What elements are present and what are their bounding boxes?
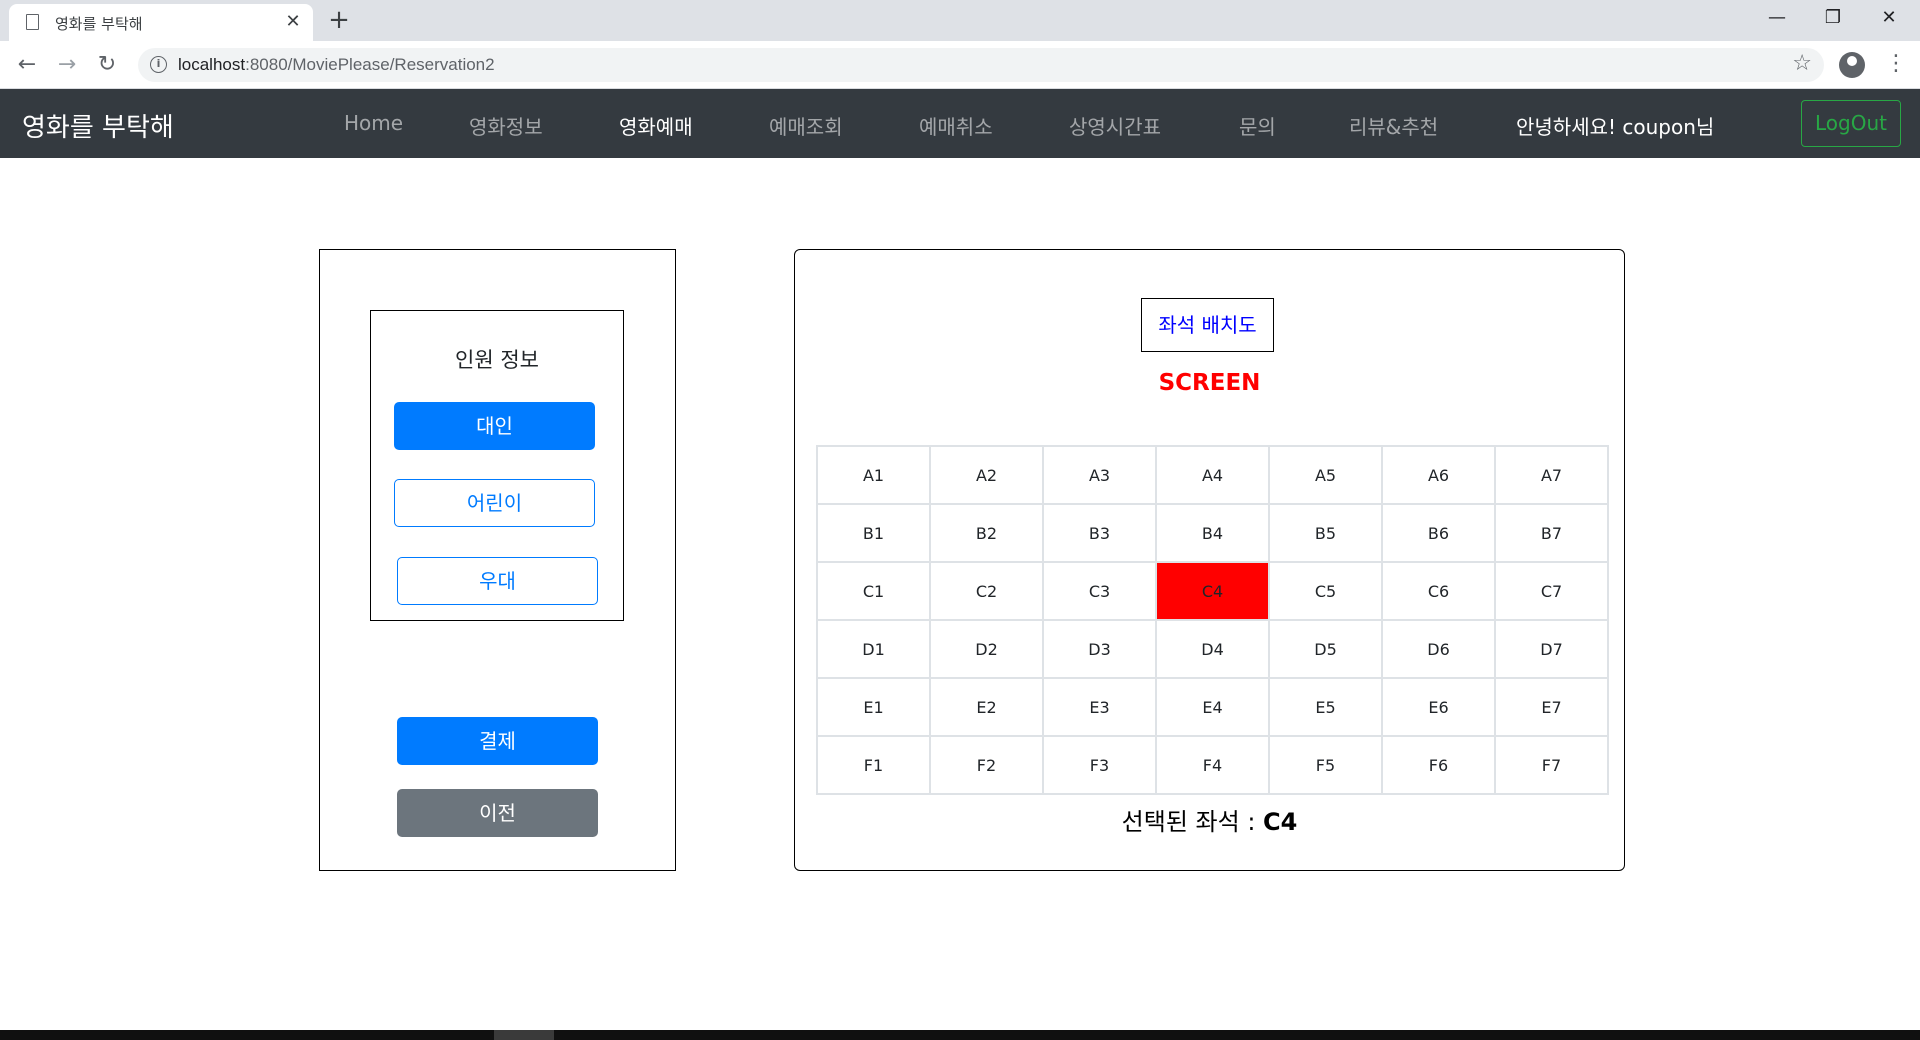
nav-inquiry[interactable]: 문의 — [1239, 111, 1276, 140]
people-info-title: 인원 정보 — [455, 348, 539, 372]
seat-c6[interactable]: C6 — [1381, 561, 1496, 621]
selected-seat-text: 선택된 좌석 : C4 — [795, 802, 1624, 837]
seat-map-title: 좌석 배치도 — [1141, 298, 1274, 352]
seat-d2[interactable]: D2 — [929, 619, 1044, 679]
seat-f4[interactable]: F4 — [1155, 735, 1270, 795]
new-tab-icon[interactable]: + — [325, 6, 353, 34]
user-greeting: 안녕하세요! coupon님 — [1516, 115, 1715, 139]
seat-c1[interactable]: C1 — [816, 561, 931, 621]
seat-a1[interactable]: A1 — [816, 445, 931, 505]
taskbar — [0, 1030, 1920, 1040]
seat-a6[interactable]: A6 — [1381, 445, 1496, 505]
seat-e7[interactable]: E7 — [1494, 677, 1609, 737]
url-path: :8080/MoviePlease/Reservation2 — [245, 55, 495, 74]
logout-button[interactable]: LogOut — [1801, 100, 1901, 147]
seat-row: A1 A2 A3 A4 A5 A6 A7 — [816, 445, 1609, 505]
window-close-icon[interactable]: ✕ — [1861, 0, 1917, 36]
nav-review-recommend[interactable]: 리뷰&추천 — [1349, 111, 1438, 140]
seat-e6[interactable]: E6 — [1381, 677, 1496, 737]
seat-b5[interactable]: B5 — [1268, 503, 1383, 563]
info-icon[interactable]: i — [150, 56, 167, 73]
seat-row: E1 E2 E3 E4 E5 E6 E7 — [816, 677, 1609, 737]
tab-title: 영화를 부탁해 — [55, 15, 143, 33]
seat-d4[interactable]: D4 — [1155, 619, 1270, 679]
seat-grid: A1 A2 A3 A4 A5 A6 A7 B1 B2 B3 B4 B5 B6 B7 C1 C2 C3 C4 C5 C6… — [816, 445, 1609, 795]
seat-e4[interactable]: E4 — [1155, 677, 1270, 737]
reload-icon[interactable]: ↻ — [93, 51, 121, 79]
seat-a3[interactable]: A3 — [1042, 445, 1157, 505]
page-icon — [26, 14, 39, 30]
seat-f6[interactable]: F6 — [1381, 735, 1496, 795]
seat-d5[interactable]: D5 — [1268, 619, 1383, 679]
browser-toolbar: ← → ↻ i localhost:8080/MoviePlease/Reser… — [0, 41, 1920, 89]
seat-f5[interactable]: F5 — [1268, 735, 1383, 795]
browser-menu-icon[interactable]: ⋮ — [1885, 50, 1907, 78]
seat-c2[interactable]: C2 — [929, 561, 1044, 621]
seat-c4[interactable]: C4 — [1155, 561, 1270, 621]
seat-row: C1 C2 C3 C4 C5 C6 C7 — [816, 561, 1609, 621]
browser-tabbar: 영화를 부탁해 ✕ + — ❐ ✕ — [0, 0, 1920, 41]
seat-d3[interactable]: D3 — [1042, 619, 1157, 679]
seat-b4[interactable]: B4 — [1155, 503, 1270, 563]
seat-e2[interactable]: E2 — [929, 677, 1044, 737]
seat-map-panel: 좌석 배치도 SCREEN A1 A2 A3 A4 A5 A6 A7 B1 B2 B3 B4 B5 B6… — [794, 249, 1625, 871]
selected-seat-label: 선택된 좌석 : — [1121, 808, 1264, 836]
restore-icon[interactable]: ❐ — [1805, 0, 1861, 36]
brand-logo[interactable]: 영화를 부탁해 — [22, 107, 174, 144]
seat-f3[interactable]: F3 — [1042, 735, 1157, 795]
taskbar-item[interactable] — [494, 1030, 554, 1040]
site-navbar: 영화를 부탁해 Home 영화정보 영화예매 예매조회 예매취소 상영시간표 문… — [0, 89, 1920, 158]
address-bar[interactable]: i localhost:8080/MoviePlease/Reservation… — [138, 48, 1824, 82]
child-button[interactable]: 어린이 — [394, 479, 595, 527]
seat-e3[interactable]: E3 — [1042, 677, 1157, 737]
seat-f7[interactable]: F7 — [1494, 735, 1609, 795]
seat-c3[interactable]: C3 — [1042, 561, 1157, 621]
nav-home[interactable]: Home — [344, 111, 403, 135]
minimize-icon[interactable]: — — [1749, 0, 1805, 36]
special-button[interactable]: 우대 — [397, 557, 598, 605]
nav-movie-booking[interactable]: 영화예매 — [619, 111, 693, 140]
back-icon[interactable]: ← — [13, 51, 41, 79]
people-info-box: 인원 정보 대인 어린이 우대 — [370, 310, 624, 621]
nav-movie-info[interactable]: 영화정보 — [469, 111, 543, 140]
seat-d6[interactable]: D6 — [1381, 619, 1496, 679]
selected-seat-value: C4 — [1263, 808, 1298, 836]
nav-booking-lookup[interactable]: 예매조회 — [769, 111, 843, 140]
seat-b6[interactable]: B6 — [1381, 503, 1496, 563]
seat-a5[interactable]: A5 — [1268, 445, 1383, 505]
adult-button[interactable]: 대인 — [394, 402, 595, 450]
seat-row: B1 B2 B3 B4 B5 B6 B7 — [816, 503, 1609, 563]
forward-icon[interactable]: → — [53, 51, 81, 79]
seat-b1[interactable]: B1 — [816, 503, 931, 563]
seat-d7[interactable]: D7 — [1494, 619, 1609, 679]
browser-tab[interactable]: 영화를 부탁해 ✕ — [9, 4, 313, 41]
seat-row: D1 D2 D3 D4 D5 D6 D7 — [816, 619, 1609, 679]
url-host: localhost — [178, 55, 246, 74]
seat-e1[interactable]: E1 — [816, 677, 931, 737]
seat-a4[interactable]: A4 — [1155, 445, 1270, 505]
bookmark-star-icon[interactable]: ☆ — [1792, 51, 1812, 76]
ticket-panel: 인원 정보 대인 어린이 우대 결제 이전 — [319, 249, 676, 871]
profile-icon[interactable] — [1839, 52, 1865, 78]
seat-f2[interactable]: F2 — [929, 735, 1044, 795]
tab-close-icon[interactable]: ✕ — [281, 10, 305, 34]
seat-f1[interactable]: F1 — [816, 735, 931, 795]
pay-button[interactable]: 결제 — [397, 717, 598, 765]
seat-c7[interactable]: C7 — [1494, 561, 1609, 621]
seat-b7[interactable]: B7 — [1494, 503, 1609, 563]
screen-label: SCREEN — [1158, 370, 1261, 396]
nav-booking-cancel[interactable]: 예매취소 — [919, 111, 993, 140]
seat-row: F1 F2 F3 F4 F5 F6 F7 — [816, 735, 1609, 795]
seat-e5[interactable]: E5 — [1268, 677, 1383, 737]
seat-b2[interactable]: B2 — [929, 503, 1044, 563]
nav-showtimes[interactable]: 상영시간표 — [1069, 111, 1161, 140]
seat-b3[interactable]: B3 — [1042, 503, 1157, 563]
seat-c5[interactable]: C5 — [1268, 561, 1383, 621]
seat-d1[interactable]: D1 — [816, 619, 931, 679]
seat-a2[interactable]: A2 — [929, 445, 1044, 505]
url-text[interactable]: localhost:8080/MoviePlease/Reservation2 — [178, 55, 495, 75]
previous-button[interactable]: 이전 — [397, 789, 598, 837]
seat-a7[interactable]: A7 — [1494, 445, 1609, 505]
